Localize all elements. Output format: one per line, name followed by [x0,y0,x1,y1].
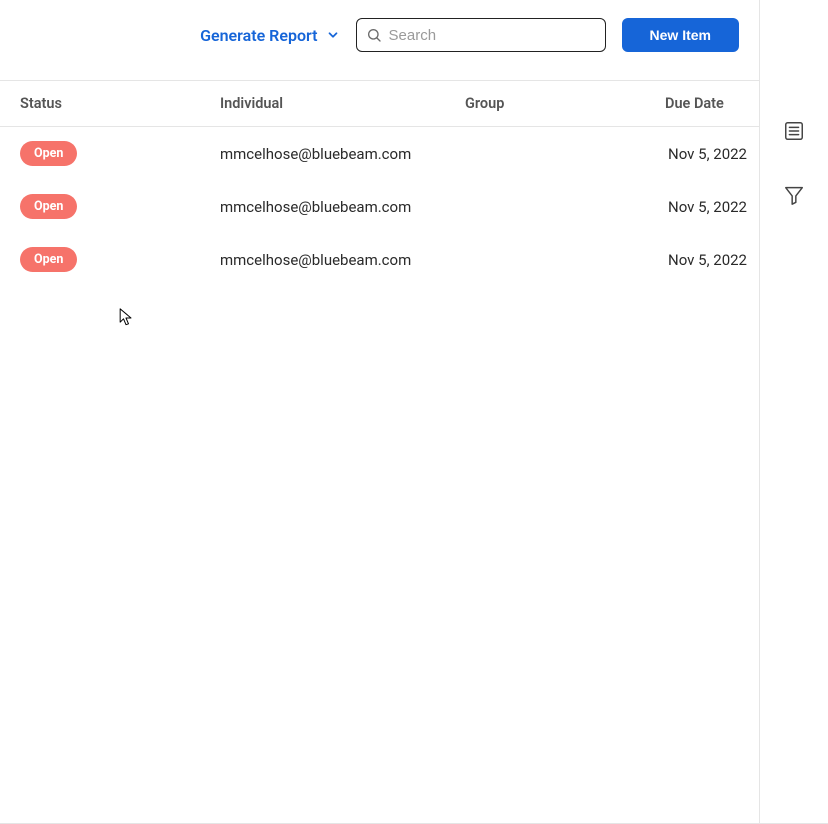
right-sidebar [760,0,828,824]
status-badge: Open [20,141,77,166]
filter-icon[interactable] [783,184,805,206]
search-field [356,18,606,52]
cell-individual: mmcelhose@bluebeam.com [220,198,465,216]
toolbar: Generate Report New Item [0,0,759,81]
cell-individual: mmcelhose@bluebeam.com [220,251,465,269]
list-icon[interactable] [783,120,805,142]
column-header-group[interactable]: Group [465,95,665,112]
chevron-down-icon [326,28,340,42]
status-badge: Open [20,194,77,219]
table-header: Status Individual Group Due Date [0,81,759,127]
column-header-individual[interactable]: Individual [220,95,465,112]
main-panel: Generate Report New Item Status Individu… [0,0,760,824]
column-header-status[interactable]: Status [20,95,220,112]
search-input[interactable] [356,18,606,52]
column-header-due-date[interactable]: Due Date [665,95,759,112]
table-row[interactable]: Open mmcelhose@bluebeam.com Nov 5, 2022 [0,233,759,286]
table-row[interactable]: Open mmcelhose@bluebeam.com Nov 5, 2022 [0,180,759,233]
new-item-button[interactable]: New Item [622,18,739,52]
table-body: Open mmcelhose@bluebeam.com Nov 5, 2022 … [0,127,759,823]
status-badge: Open [20,247,77,272]
table-row[interactable]: Open mmcelhose@bluebeam.com Nov 5, 2022 [0,127,759,180]
cell-individual: mmcelhose@bluebeam.com [220,145,465,163]
generate-report-label: Generate Report [200,26,317,45]
cell-due-date: Nov 5, 2022 [665,251,759,269]
cell-due-date: Nov 5, 2022 [665,198,759,216]
cell-due-date: Nov 5, 2022 [665,145,759,163]
generate-report-button[interactable]: Generate Report [200,26,339,45]
